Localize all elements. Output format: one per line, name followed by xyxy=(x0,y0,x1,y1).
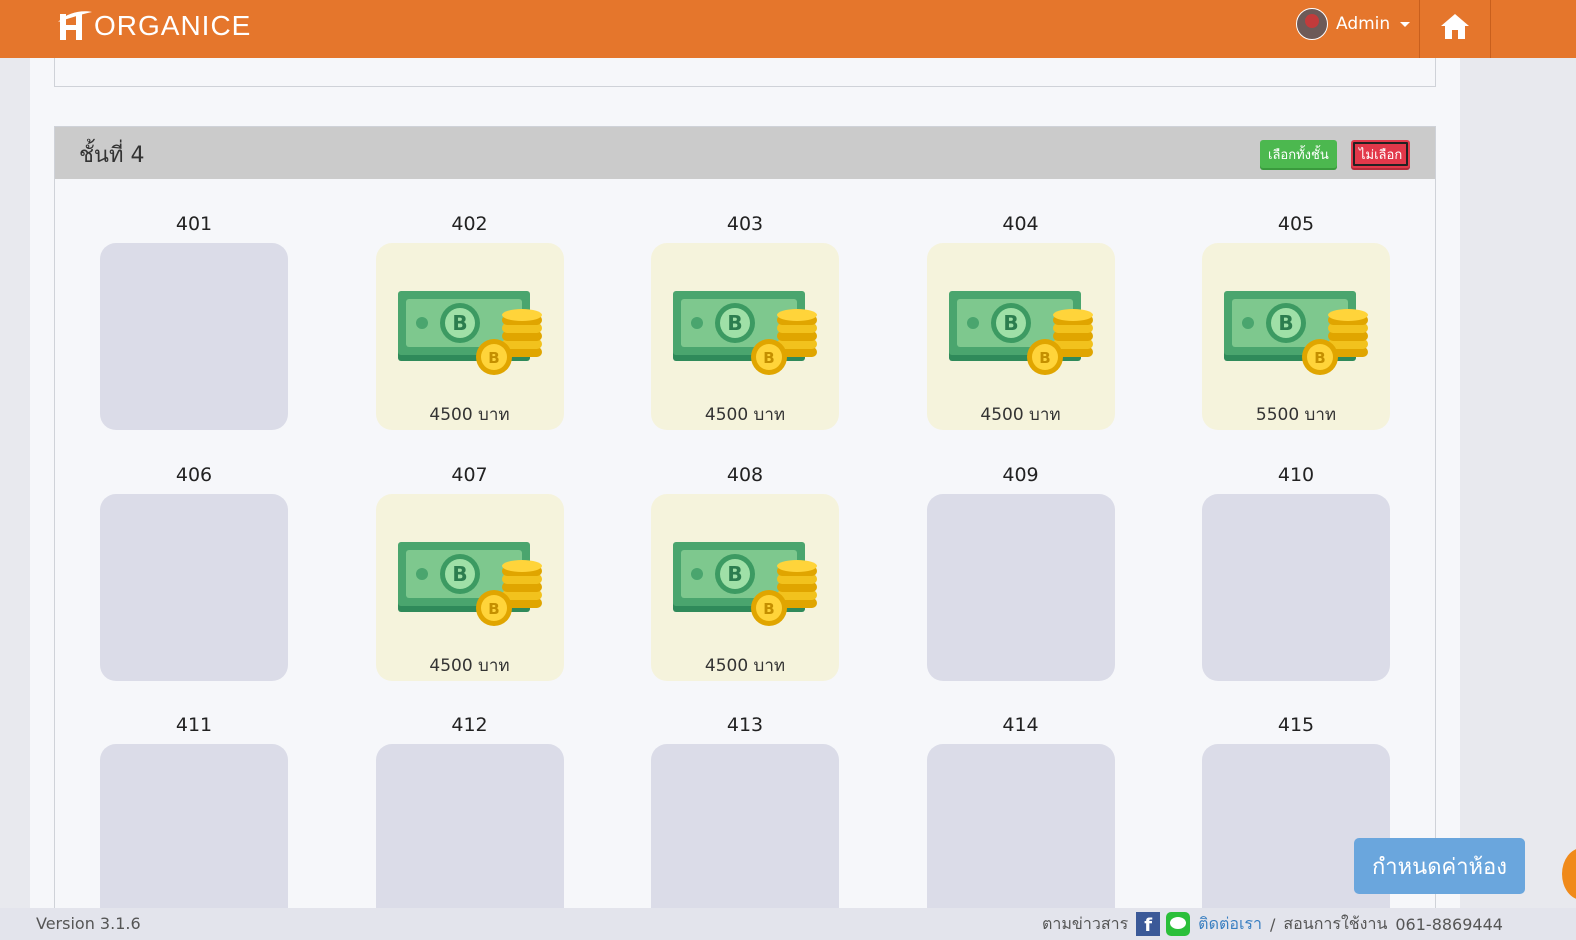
svg-text:B: B xyxy=(727,311,742,335)
room-card[interactable] xyxy=(1202,493,1390,681)
room-price: 5500 บาท xyxy=(1255,405,1337,425)
svg-text:B: B xyxy=(452,562,467,586)
money-icon: B B xyxy=(1224,291,1368,375)
room-number: 405 xyxy=(1277,213,1315,235)
room-411[interactable]: 411 xyxy=(100,712,288,908)
version-text: Version 3.1.6 xyxy=(36,914,141,933)
room-409[interactable]: 409 xyxy=(926,462,1115,681)
room-401[interactable]: 401 xyxy=(100,211,288,430)
room-number: 410 xyxy=(1277,463,1315,486)
avatar xyxy=(1296,8,1328,40)
svg-text:B: B xyxy=(763,349,774,367)
room-card[interactable] xyxy=(926,744,1115,908)
room-number: 403 xyxy=(726,213,764,235)
room-number: 409 xyxy=(1002,463,1039,486)
room-card[interactable] xyxy=(651,744,839,908)
room-price: 4500 บาท xyxy=(704,655,786,676)
money-icon: B B xyxy=(948,291,1093,375)
svg-text:B: B xyxy=(727,562,742,586)
room-number: 414 xyxy=(1002,714,1039,736)
room-card[interactable]: B B 4500 บาท xyxy=(926,243,1115,430)
room-405[interactable]: 405 B B 5500 บาท xyxy=(1202,211,1390,430)
room-price: 4500 บาท xyxy=(704,405,786,425)
room-card[interactable]: B B 5500 บาท xyxy=(1202,243,1390,430)
room-404[interactable]: 404 B B 4500 บาท xyxy=(926,211,1115,430)
room-number: 408 xyxy=(726,463,764,486)
room-410[interactable]: 410 xyxy=(1202,462,1390,681)
svg-text:B: B xyxy=(452,311,467,335)
room-number: 412 xyxy=(451,714,488,736)
page-gutter xyxy=(1460,58,1576,908)
room-403[interactable]: 403 B B 4500 บาท xyxy=(651,211,839,430)
room-card[interactable]: B B 4500 บาท xyxy=(651,243,839,430)
set-room-price-button[interactable]: กำหนดค่าห้อง xyxy=(1354,838,1525,894)
facebook-icon[interactable]: f xyxy=(1136,912,1161,936)
line-icon[interactable] xyxy=(1166,912,1191,936)
room-price: 4500 บาท xyxy=(429,405,510,425)
footer-links: ตามข่าวสาร f ติดต่อเรา / สอนการใช้งาน 06… xyxy=(1042,912,1503,936)
user-name: Admin xyxy=(1336,14,1391,34)
room-card[interactable] xyxy=(100,493,288,681)
select-floor-button[interactable]: เลือกทั้งชั้น xyxy=(1260,140,1337,168)
room-407[interactable]: 407 B B 4500 บาท xyxy=(375,462,564,681)
phone-number: 061-8869444 xyxy=(1395,914,1503,934)
room-number: 407 xyxy=(451,463,488,486)
room-number: 415 xyxy=(1277,714,1315,736)
room-number: 402 xyxy=(451,213,488,235)
room-card[interactable]: B B 4500 บาท xyxy=(375,493,564,681)
home-icon xyxy=(1441,14,1469,39)
brand-name: ORGANICE xyxy=(94,10,252,41)
main-content: ชั้นที่ 4 เลือกทั้งชั้น ไม่เลือก 401 402… xyxy=(30,58,1460,908)
floor-panel: ชั้นที่ 4 เลือกทั้งชั้น ไม่เลือก 401 402… xyxy=(54,126,1436,908)
brand-logo[interactable]: ORGANICE xyxy=(56,6,251,46)
room-card[interactable] xyxy=(926,493,1115,681)
follow-news-label: ตามข่าวสาร xyxy=(1042,913,1129,933)
manual-link[interactable]: สอนการใช้งาน xyxy=(1283,912,1387,937)
svg-text:B: B xyxy=(1039,349,1050,367)
room-price: 4500 บาท xyxy=(980,405,1061,425)
previous-floor-panel xyxy=(54,58,1436,87)
room-412[interactable]: 412 xyxy=(375,712,564,908)
room-card[interactable]: B B 4500 บาท xyxy=(651,493,839,681)
money-icon: B B xyxy=(673,291,817,375)
user-menu[interactable]: Admin xyxy=(1296,8,1411,40)
chevron-down-icon xyxy=(1400,21,1411,27)
brand-h-icon xyxy=(58,11,92,40)
money-icon: B B xyxy=(397,291,542,375)
room-card[interactable] xyxy=(100,744,288,908)
room-number: 404 xyxy=(1002,213,1039,235)
room-number: 406 xyxy=(175,463,213,486)
footer-separator: / xyxy=(1270,914,1276,934)
room-card[interactable]: B B 4500 บาท xyxy=(375,243,564,430)
money-icon: B B xyxy=(673,541,817,626)
top-navbar: ORGANICE Admin xyxy=(0,0,1576,58)
svg-text:B: B xyxy=(763,600,774,618)
footer: Version 3.1.6 ตามข่าวสาร f ติดต่อเรา / ส… xyxy=(0,908,1576,940)
contact-link[interactable]: ติดต่อเรา xyxy=(1198,912,1262,937)
room-number: 413 xyxy=(726,714,764,736)
home-button[interactable] xyxy=(1427,6,1483,46)
svg-text:B: B xyxy=(1003,311,1018,335)
room-402[interactable]: 402 B B 4500 บาท xyxy=(375,211,564,430)
floor-header: ชั้นที่ 4 เลือกทั้งชั้น ไม่เลือก xyxy=(55,127,1435,179)
floor-title: ชั้นที่ 4 xyxy=(79,143,145,168)
room-card[interactable] xyxy=(375,744,564,908)
room-408[interactable]: 408 B B 4500 บาท xyxy=(651,462,839,681)
svg-text:B: B xyxy=(1278,311,1293,335)
room-number: 401 xyxy=(175,213,213,235)
room-card[interactable] xyxy=(100,243,288,430)
svg-text:B: B xyxy=(488,349,499,367)
room-number: 411 xyxy=(175,714,213,736)
navbar-divider xyxy=(1419,0,1420,58)
money-icon: B B xyxy=(397,541,542,626)
navbar-divider xyxy=(1490,0,1491,58)
room-price: 4500 บาท xyxy=(429,655,510,676)
room-406[interactable]: 406 xyxy=(100,462,288,681)
deselect-button[interactable]: ไม่เลือก xyxy=(1351,140,1411,168)
room-414[interactable]: 414 xyxy=(926,712,1115,908)
room-413[interactable]: 413 xyxy=(651,712,839,908)
svg-text:B: B xyxy=(488,600,499,618)
svg-text:B: B xyxy=(1314,349,1325,367)
